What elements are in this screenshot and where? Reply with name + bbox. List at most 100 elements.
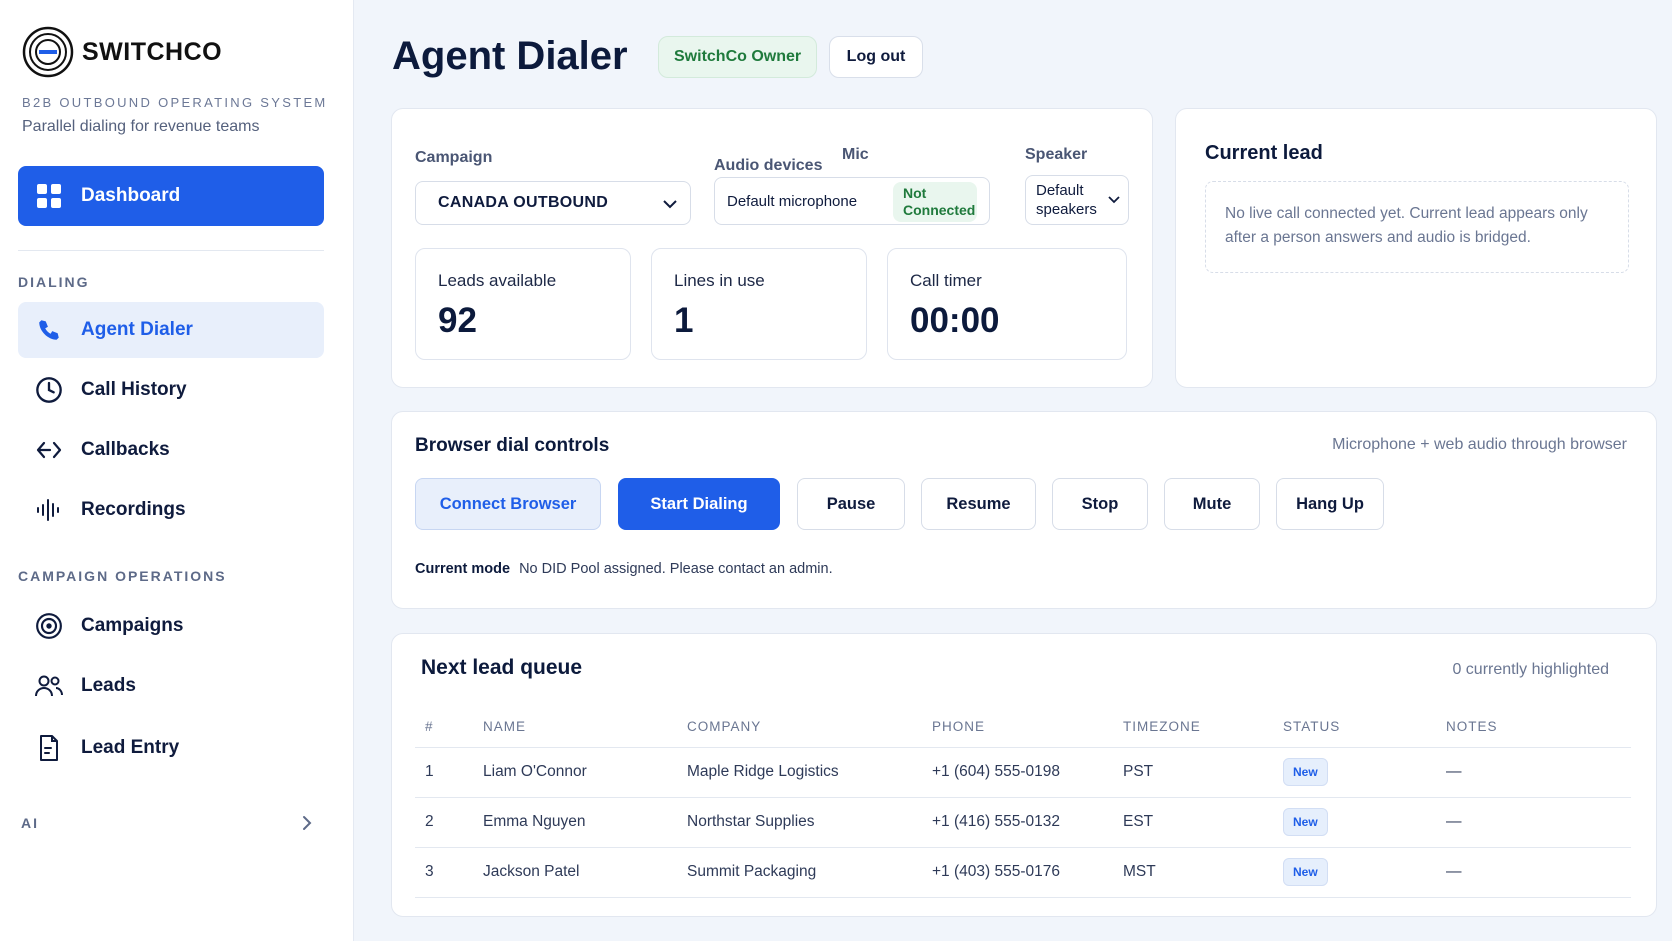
stat-value: 1 — [674, 301, 694, 340]
sidebar-item-agent-dialer[interactable]: Agent Dialer — [18, 302, 324, 358]
mic-status-line2: Connected — [903, 202, 976, 218]
campaign-select[interactable]: CANADA OUTBOUND — [415, 181, 691, 225]
chevron-down-icon — [1108, 196, 1120, 204]
mic-status-line1: Not — [903, 185, 927, 201]
mic-status-badge: Not Connected — [893, 182, 977, 222]
sidebar: SWITCHCO B2B OUTBOUND OPERATING SYSTEM P… — [0, 0, 354, 941]
cell-timezone: PST — [1113, 747, 1273, 798]
callback-arrows-icon — [34, 435, 64, 465]
stat-title: Leads available — [438, 271, 557, 290]
chevron-down-icon — [663, 200, 677, 209]
table-row[interactable]: 2 Emma Nguyen Northstar Supplies +1 (416… — [415, 797, 1631, 848]
stat-title: Call timer — [910, 271, 982, 290]
lead-queue-table: # NAME COMPANY PHONE TIMEZONE STATUS NOT… — [415, 706, 1631, 898]
cell-timezone: MST — [1113, 847, 1273, 898]
campaign-label: Campaign — [415, 149, 493, 166]
mic-label: Mic — [842, 146, 869, 163]
brand-logo[interactable]: SWITCHCO — [22, 26, 222, 78]
lead-queue-title: Next lead queue — [421, 656, 583, 679]
sidebar-item-label: Call History — [81, 379, 187, 400]
current-mode: Current mode No DID Pool assigned. Please… — [415, 561, 833, 577]
column-header[interactable]: TIMEZONE — [1113, 706, 1273, 748]
stop-button[interactable]: Stop — [1052, 478, 1148, 530]
nav-dashboard-label: Dashboard — [81, 185, 181, 206]
cell-status: New — [1273, 797, 1436, 848]
connect-browser-button[interactable]: Connect Browser — [415, 478, 601, 530]
page-title: Agent Dialer — [392, 34, 628, 78]
speaker-label: Speaker — [1025, 146, 1088, 163]
current-mode-label: Current mode — [415, 561, 511, 577]
cell-phone: +1 (604) 555-0198 — [922, 747, 1113, 798]
column-header: NOTES — [1436, 706, 1631, 748]
audio-devices-label: Audio devices — [714, 157, 823, 174]
cell-status: New — [1273, 847, 1436, 898]
clock-icon — [34, 375, 64, 405]
cell-notes: — — [1436, 747, 1631, 798]
target-icon — [34, 611, 64, 641]
dialer-config-card: Campaign CANADA OUTBOUND Audio devices M… — [391, 108, 1153, 388]
nav-dashboard[interactable]: Dashboard — [18, 166, 324, 226]
sidebar-item-label: Agent Dialer — [81, 319, 193, 340]
column-header[interactable]: COMPANY — [677, 706, 922, 748]
waveform-icon — [34, 495, 64, 525]
table-row[interactable]: 3 Jackson Patel Summit Packaging +1 (403… — [415, 847, 1631, 898]
sidebar-section-ai[interactable]: AI — [18, 805, 324, 841]
hang-up-button[interactable]: Hang Up — [1276, 478, 1384, 530]
lead-queue-card: Next lead queue 0 currently highlighted … — [391, 633, 1657, 917]
logout-button[interactable]: Log out — [829, 36, 923, 78]
sidebar-item-leads[interactable]: Leads — [18, 658, 324, 714]
cell-name: Emma Nguyen — [473, 797, 677, 848]
dial-controls-title: Browser dial controls — [415, 435, 610, 456]
stat-call-timer: Call timer 00:00 — [887, 248, 1127, 360]
current-mode-text: No DID Pool assigned. Please contact an … — [519, 561, 833, 577]
stat-value: 00:00 — [910, 301, 1000, 340]
mic-select[interactable]: Default microphone Not Connected — [714, 177, 990, 225]
sidebar-item-label: Recordings — [81, 499, 186, 520]
current-lead-card: Current lead No live call connected yet.… — [1175, 108, 1657, 388]
table-header-row: # NAME COMPANY PHONE TIMEZONE STATUS NOT… — [415, 706, 1631, 748]
mic-select-value: Default microphone — [727, 192, 858, 210]
chevron-right-icon — [303, 816, 312, 830]
pause-button[interactable]: Pause — [797, 478, 905, 530]
cell-company: Summit Packaging — [677, 847, 922, 898]
sidebar-item-campaigns[interactable]: Campaigns — [18, 598, 324, 654]
cell-index: 1 — [415, 747, 473, 798]
speaker-value-line2: speakers — [1036, 201, 1097, 218]
status-badge: New — [1283, 808, 1328, 836]
cell-status: New — [1273, 747, 1436, 798]
column-header[interactable]: NAME — [473, 706, 677, 748]
role-badge: SwitchCo Owner — [658, 36, 818, 78]
brand-name: SWITCHCO — [82, 37, 223, 66]
sidebar-item-lead-entry[interactable]: Lead Entry — [18, 720, 324, 776]
column-header[interactable]: STATUS — [1273, 706, 1436, 748]
column-header: # — [415, 706, 473, 748]
section-dialing: DIALING — [18, 274, 90, 290]
column-header[interactable]: PHONE — [922, 706, 1113, 748]
start-dialing-button[interactable]: Start Dialing — [618, 478, 780, 530]
cell-name: Liam O'Connor — [473, 747, 677, 798]
sidebar-item-recordings[interactable]: Recordings — [18, 482, 324, 538]
sidebar-item-label: Lead Entry — [81, 737, 180, 758]
speaker-select[interactable]: Default speakers — [1025, 175, 1129, 225]
document-edit-icon — [34, 733, 64, 763]
section-ai: AI — [21, 815, 39, 831]
sidebar-item-label: Leads — [81, 675, 136, 696]
resume-button[interactable]: Resume — [921, 478, 1036, 530]
section-campaign-operations: CAMPAIGN OPERATIONS — [18, 568, 227, 584]
dial-controls-note: Microphone + web audio through browser — [1332, 436, 1627, 453]
sidebar-item-call-history[interactable]: Call History — [18, 362, 324, 418]
sidebar-divider — [18, 250, 324, 251]
campaign-select-value: CANADA OUTBOUND — [438, 194, 609, 211]
current-lead-empty-state: No live call connected yet. Current lead… — [1205, 181, 1629, 273]
cell-name: Jackson Patel — [473, 847, 677, 898]
speaker-value-line1: Default — [1036, 182, 1084, 199]
sidebar-item-callbacks[interactable]: Callbacks — [18, 422, 324, 478]
status-badge: New — [1283, 858, 1328, 886]
cell-phone: +1 (416) 555-0132 — [922, 797, 1113, 848]
sidebar-item-label: Callbacks — [81, 439, 170, 460]
cell-phone: +1 (403) 555-0176 — [922, 847, 1113, 898]
table-row[interactable]: 1 Liam O'Connor Maple Ridge Logistics +1… — [415, 747, 1631, 798]
grid-icon — [37, 184, 61, 208]
mute-button[interactable]: Mute — [1164, 478, 1260, 530]
switchco-logo-icon — [22, 26, 74, 78]
